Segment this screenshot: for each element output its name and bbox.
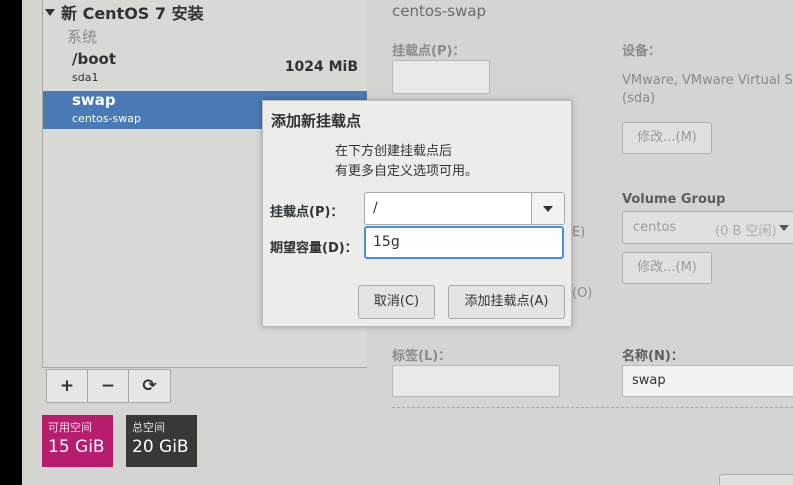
available-space-value: 15 GiB — [48, 437, 105, 457]
cancel-button[interactable]: 取消(C) — [358, 285, 435, 319]
mount-point-row[interactable]: /boot sda1 1024 MiB — [43, 50, 368, 88]
installation-header[interactable]: 新 CentOS 7 安装 — [45, 0, 204, 24]
chevron-down-icon — [779, 225, 789, 231]
available-space-label: 可用空间 — [48, 421, 92, 434]
mount-point-label: 挂载点(P)： — [392, 44, 466, 59]
add-mount-point-confirm-button[interactable]: 添加挂载点(A) — [448, 285, 565, 319]
partial-button[interactable] — [719, 474, 793, 485]
tag-label: 标签(L)： — [392, 349, 452, 364]
mount-point-combo[interactable]: / — [364, 192, 565, 225]
modify-volume-group-button[interactable]: 修改...(M) — [622, 252, 712, 284]
volume-group-label: Volume Group — [622, 192, 726, 207]
mount-point-device: sda1 — [72, 71, 99, 84]
screen-edge — [0, 0, 22, 485]
mount-point-name: swap — [72, 91, 116, 109]
device-text-2: (sda) — [622, 91, 656, 106]
mount-point-label: 挂载点(P)： — [270, 205, 344, 220]
reload-icon[interactable]: ⟳ — [129, 370, 170, 402]
add-mount-point-button[interactable]: + — [47, 370, 88, 402]
mount-point-device: centos-swap — [72, 112, 141, 125]
add-mount-point-dialog: 添加新挂载点 在下方创建挂载点后 有更多自定义选项可用。 挂载点(P)： / 期… — [262, 100, 572, 327]
capacity-input[interactable]: 15g — [364, 226, 564, 259]
name-label: 名称(N)： — [622, 349, 684, 364]
dialog-description-line-1: 在下方创建挂载点后 — [335, 144, 453, 159]
installer-screen: 新 CentOS 7 安装 系统 /boot sda1 1024 MiB swa… — [0, 0, 793, 485]
dialog-description-line-2: 有更多自定义选项可用。 — [335, 164, 479, 179]
partial-label-1: E) — [572, 225, 586, 240]
chevron-down-icon — [543, 206, 553, 212]
section-system: 系统 — [67, 28, 98, 46]
dialog-description: 在下方创建挂载点后 有更多自定义选项可用。 — [335, 142, 478, 182]
details-title: centos-swap — [392, 2, 487, 20]
name-value: swap — [632, 373, 666, 388]
partial-label-2: (O) — [572, 286, 593, 301]
device-text: VMware, VMware Virtual S — [622, 73, 793, 88]
mount-point-value: / — [373, 200, 378, 216]
device-label: 设备： — [622, 44, 662, 59]
name-field[interactable]: swap — [622, 365, 793, 397]
total-space-box: 总空间 20 GiB — [126, 415, 197, 467]
divider — [392, 407, 793, 408]
remove-mount-point-button[interactable]: − — [88, 370, 129, 402]
tag-field[interactable] — [392, 365, 560, 397]
dropdown-button[interactable] — [531, 193, 564, 224]
volume-group-combo[interactable]: centos (0 B 空闲) — [622, 211, 793, 244]
mount-point-toolbar: + − ⟳ — [46, 369, 171, 403]
mount-point-field[interactable] — [392, 60, 490, 94]
capacity-value: 15g — [373, 234, 400, 250]
total-space-label: 总空间 — [132, 421, 165, 434]
modify-device-button[interactable]: 修改...(M) — [622, 122, 712, 154]
volume-group-value: centos — [633, 220, 677, 235]
capacity-label: 期望容量(D)： — [270, 241, 358, 256]
total-space-value: 20 GiB — [132, 437, 189, 457]
mount-point-name: /boot — [72, 50, 116, 68]
expand-triangle-icon[interactable] — [45, 9, 55, 16]
installation-title: 新 CentOS 7 安装 — [61, 4, 204, 23]
dialog-title: 添加新挂载点 — [271, 112, 362, 130]
available-space-box: 可用空间 15 GiB — [42, 415, 113, 467]
volume-group-free: (0 B 空闲) — [715, 224, 777, 239]
mount-point-size: 1024 MiB — [284, 59, 358, 75]
